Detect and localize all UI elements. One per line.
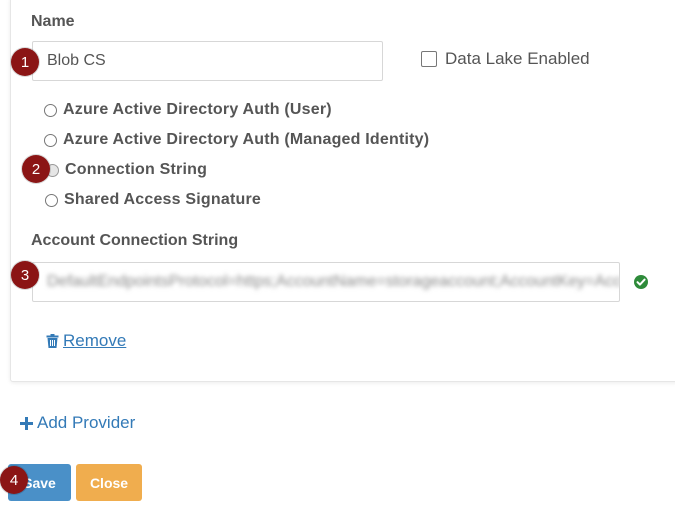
check-circle-icon xyxy=(634,275,648,289)
radio-shared-access-signature[interactable]: Shared Access Signature xyxy=(45,191,261,209)
data-lake-label: Data Lake Enabled xyxy=(445,49,590,68)
radio-label: Shared Access Signature xyxy=(64,191,261,208)
name-input[interactable] xyxy=(32,41,383,81)
checkbox-box[interactable] xyxy=(421,51,437,67)
data-lake-checkbox[interactable]: Data Lake Enabled xyxy=(421,49,590,69)
radio-connection-string[interactable]: Connection String xyxy=(46,161,207,179)
remove-label: Remove xyxy=(63,331,127,350)
radio-aad-user[interactable]: Azure Active Directory Auth (User) xyxy=(44,101,332,119)
radio-label: Connection String xyxy=(65,161,208,178)
connection-string-input[interactable]: DefaultEndpointsProtocol=https;AccountNa… xyxy=(32,262,620,302)
radio-circle[interactable] xyxy=(44,133,57,147)
step-badge-3: 3 xyxy=(11,261,39,289)
add-provider-label: Add Provider xyxy=(37,413,136,432)
step-badge-4: 4 xyxy=(0,466,28,494)
step-badge-2: 2 xyxy=(22,155,50,183)
remove-link[interactable]: Remove xyxy=(46,331,126,351)
radio-circle[interactable] xyxy=(44,103,57,117)
radio-label: Azure Active Directory Auth (Managed Ide… xyxy=(63,131,430,148)
connection-string-value: DefaultEndpointsProtocol=https;AccountNa… xyxy=(47,273,620,290)
trash-icon xyxy=(46,334,59,348)
name-label: Name xyxy=(31,13,75,30)
radio-circle[interactable] xyxy=(45,193,58,207)
close-button[interactable]: Close xyxy=(76,464,142,501)
connection-string-label: Account Connection String xyxy=(31,232,239,249)
radio-label: Azure Active Directory Auth (User) xyxy=(63,101,332,118)
plus-icon xyxy=(20,416,33,430)
radio-aad-managed-identity[interactable]: Azure Active Directory Auth (Managed Ide… xyxy=(44,131,429,149)
add-provider-link[interactable]: Add Provider xyxy=(20,413,135,433)
step-badge-1: 1 xyxy=(11,48,39,76)
